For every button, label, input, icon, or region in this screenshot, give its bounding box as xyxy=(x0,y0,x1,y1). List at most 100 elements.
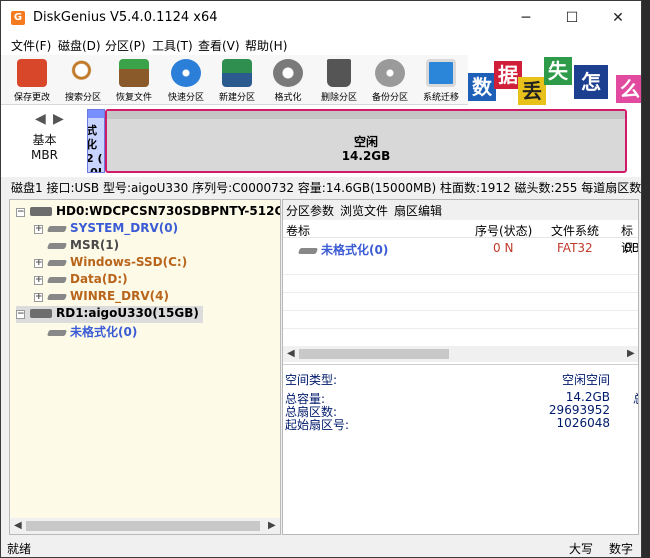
row-filesystem: FAT32 xyxy=(557,241,593,255)
tab-sector-editor[interactable]: 扇区编辑 xyxy=(394,202,442,219)
backup-partition-button[interactable]: 备份分区 xyxy=(370,57,410,103)
row-index: 0 N xyxy=(493,241,514,255)
disk-info-bar: 磁盘1 接口:USB 型号:aigoU330 序列号:C0000732 容量:1… xyxy=(1,177,641,197)
ad-banner[interactable]: 数 据 丢 失 怎 么 xyxy=(468,55,641,105)
partition-icon xyxy=(297,247,319,254)
column-header-index[interactable]: 序号(状态) xyxy=(475,222,532,239)
space-type-label: 空间类型: xyxy=(285,373,338,387)
minimize-button[interactable]: ─ xyxy=(503,1,549,35)
save-icon xyxy=(17,59,47,87)
partition-block-text: 式化 2 ( .0L xyxy=(87,124,105,173)
tree-partition[interactable]: + Data(D:) xyxy=(34,272,128,289)
start-sector-label: 起始扇区号: xyxy=(285,418,350,432)
scroll-left-icon[interactable]: ◀ xyxy=(287,346,295,362)
maximize-button[interactable]: ☐ xyxy=(549,1,595,35)
tree-partition-label: WINRE_DRV(4) xyxy=(70,289,169,303)
scroll-left-icon[interactable]: ◀ xyxy=(14,518,22,534)
tree-disk-label: RD1:aigoU330(15GB) xyxy=(56,306,199,320)
format-gear-icon xyxy=(273,59,303,87)
tree-disk-rd1[interactable]: − RD1:aigoU330(15GB) xyxy=(16,306,203,323)
partition-table-header: 卷标 序号(状态) 文件系统 标识 xyxy=(283,220,638,255)
caps-lock-indicator: 大写 xyxy=(569,542,594,556)
column-header-label[interactable]: 卷标 xyxy=(286,222,310,239)
tree-horizontal-scrollbar[interactable]: ◀ ▶ xyxy=(10,518,280,534)
expand-icon[interactable]: + xyxy=(34,293,43,302)
tree-partition-label: 未格式化(0) xyxy=(70,325,138,339)
space-type-value: 空闲空间 xyxy=(561,373,610,387)
tab-bar: 分区参数 浏览文件 扇区编辑 xyxy=(283,200,638,220)
tree-partition[interactable]: + SYSTEM_DRV(0) xyxy=(34,221,178,238)
tab-partition-params[interactable]: 分区参数 xyxy=(286,202,334,219)
scroll-right-icon[interactable]: ▶ xyxy=(268,518,276,534)
new-partition-button[interactable]: 新建分区 xyxy=(217,57,257,103)
row-label: 未格式化(0) xyxy=(297,241,388,258)
column-header-filesystem[interactable]: 文件系统 xyxy=(551,222,599,239)
menu-file[interactable]: 文件(F) xyxy=(11,37,51,54)
partition-icon xyxy=(46,259,68,266)
search-partition-button[interactable]: 搜索分区 xyxy=(63,57,103,103)
app-window: G DiskGenius V5.4.0.1124 x64 ─ ☐ ✕ 文件(F)… xyxy=(0,0,642,558)
free-space-block[interactable]: 空闲 14.2GB xyxy=(105,109,627,173)
migrate-monitor-icon xyxy=(426,59,456,87)
scroll-thumb[interactable] xyxy=(26,521,260,531)
free-space-name: 空闲 xyxy=(353,135,378,149)
system-migration-button[interactable]: 系统迁移 xyxy=(421,57,461,103)
close-button[interactable]: ✕ xyxy=(595,1,641,35)
collapse-icon[interactable]: − xyxy=(16,208,25,217)
quick-partition-button[interactable]: 快速分区 xyxy=(166,57,206,103)
save-changes-button[interactable]: 保存更改 xyxy=(12,57,52,103)
expand-icon[interactable]: + xyxy=(34,225,43,234)
disk-map: ◀ ▶ 基本 MBR 式化 2 ( .0L 空闲 14.2GB xyxy=(1,105,641,177)
table-empty-rows xyxy=(283,257,638,345)
disk-icon xyxy=(30,309,52,318)
tree-partition[interactable]: + Windows-SSD(C:) xyxy=(34,255,187,272)
toolbar-label: 删除分区 xyxy=(320,93,357,103)
tree-partition-label: SYSTEM_DRV(0) xyxy=(70,221,179,235)
table-row[interactable]: 未格式化(0) 0 N FAT32 0B xyxy=(283,239,638,257)
collapse-icon[interactable]: − xyxy=(16,310,25,319)
free-space-size: 14.2GB xyxy=(341,149,391,163)
table-horizontal-scrollbar[interactable]: ◀ ▶ xyxy=(283,346,638,362)
toolbar-label: 搜索分区 xyxy=(64,93,101,103)
tree-partition[interactable]: 未格式化(0) xyxy=(34,323,137,340)
disc-icon xyxy=(171,59,201,87)
sectors-value: 29693952 xyxy=(548,403,610,417)
restore-files-button[interactable]: 恢复文件 xyxy=(114,57,154,103)
expand-icon[interactable]: + xyxy=(34,276,43,285)
next-disk-arrow-icon[interactable]: ▶ xyxy=(53,111,64,127)
magnifier-icon xyxy=(68,59,98,87)
menu-disk[interactable]: 磁盘(D) xyxy=(58,37,101,54)
tree-disk-hd0[interactable]: − HD0:WDCPCSN730SDBPNTY-512G-11 xyxy=(16,204,280,221)
scroll-thumb[interactable] xyxy=(299,349,449,359)
tab-browse-files[interactable]: 浏览文件 xyxy=(340,202,388,219)
toolbar-label: 格式化 xyxy=(274,93,302,103)
toolbar-label: 快速分区 xyxy=(167,93,204,103)
ad-char: 丢 xyxy=(518,77,546,105)
row-flag: 0B xyxy=(624,241,639,255)
menu-tools[interactable]: 工具(T) xyxy=(152,37,193,54)
toolbar-label: 系统迁移 xyxy=(422,93,459,103)
tree-partition-label: Windows-SSD(C:) xyxy=(70,255,188,269)
tree-partition[interactable]: + WINRE_DRV(4) xyxy=(34,289,169,306)
scroll-right-icon[interactable]: ▶ xyxy=(627,346,635,362)
expand-icon[interactable]: + xyxy=(34,259,43,268)
tree-partition-label: MSR(1) xyxy=(70,238,120,252)
prev-disk-arrow-icon[interactable]: ◀ xyxy=(35,111,46,127)
unformatted-partition-block[interactable]: 式化 2 ( .0L xyxy=(87,109,105,173)
partition-icon xyxy=(46,242,68,249)
format-button[interactable]: 格式化 xyxy=(268,57,308,103)
delete-partition-button[interactable]: 删除分区 xyxy=(319,57,359,103)
status-text: 就绪 xyxy=(7,542,32,556)
capacity-extra: 总 xyxy=(633,390,638,407)
ad-char: 失 xyxy=(544,57,572,85)
menu-partition[interactable]: 分区(P) xyxy=(105,37,146,54)
partition-icon xyxy=(46,225,68,232)
toolbar-label: 备份分区 xyxy=(371,93,408,103)
menu-view[interactable]: 查看(V) xyxy=(198,37,240,54)
menu-bar: 文件(F) 磁盘(D) 分区(P) 工具(T) 查看(V) 帮助(H) xyxy=(1,35,641,55)
toolbar-label: 新建分区 xyxy=(218,93,255,103)
window-title: DiskGenius V5.4.0.1124 x64 xyxy=(33,10,218,25)
menu-help[interactable]: 帮助(H) xyxy=(245,37,287,54)
start-sector-value: 1026048 xyxy=(556,416,610,430)
tree-partition[interactable]: MSR(1) xyxy=(34,238,119,255)
